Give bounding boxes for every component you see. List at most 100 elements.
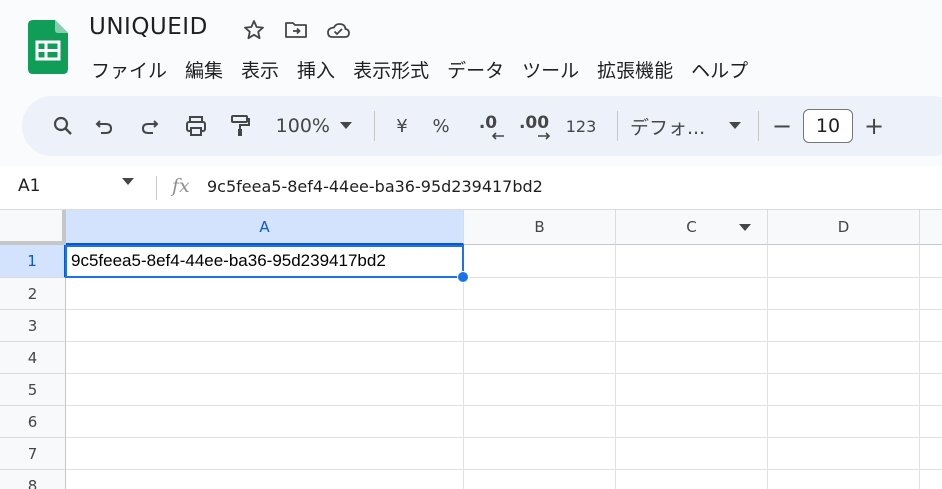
increase-decimal-label: .00: [518, 113, 550, 133]
cell-b5[interactable]: [464, 374, 616, 406]
cloud-saved-icon[interactable]: [324, 16, 352, 44]
menu-help[interactable]: ヘルプ: [682, 54, 757, 85]
menu-format[interactable]: 表示形式: [344, 54, 438, 85]
cell-a1[interactable]: 9c5feea5-8ef4-44ee-ba36-95d239417bd2: [66, 245, 464, 278]
cell-b7[interactable]: [464, 438, 616, 470]
cell-c6[interactable]: [616, 406, 768, 438]
menu-data[interactable]: データ: [438, 54, 513, 85]
cell-b8[interactable]: [464, 470, 616, 489]
cell-d4[interactable]: [768, 342, 920, 374]
paint-format-button[interactable]: [220, 108, 260, 144]
cell-e3[interactable]: [920, 310, 942, 342]
fill-handle[interactable]: [457, 271, 469, 283]
column-header-d[interactable]: D: [768, 210, 920, 245]
dropdown-arrow-icon: [729, 122, 741, 129]
dropdown-arrow-icon: [340, 122, 352, 129]
move-folder-icon[interactable]: [282, 16, 310, 44]
row-header-1[interactable]: 1: [0, 245, 66, 278]
name-box[interactable]: A1: [18, 176, 40, 196]
fx-icon: fx: [172, 175, 190, 197]
row-header-4[interactable]: 4: [0, 342, 66, 374]
cell-d2[interactable]: [768, 278, 920, 310]
more-formats-button[interactable]: 123: [557, 108, 605, 144]
font-family-select[interactable]: デフォ...: [630, 108, 724, 144]
row-header-2[interactable]: 2: [0, 278, 66, 310]
cell-a2[interactable]: [66, 278, 464, 310]
column-header-b[interactable]: B: [464, 210, 616, 245]
menu-edit[interactable]: 編集: [176, 54, 232, 85]
font-dropdown[interactable]: [724, 108, 746, 144]
cell-d8[interactable]: [768, 470, 920, 489]
cell-a6[interactable]: [66, 406, 464, 438]
undo-button[interactable]: [80, 108, 128, 144]
cell-e6[interactable]: [920, 406, 942, 438]
column-header-e[interactable]: [920, 210, 942, 245]
name-box-dropdown-icon[interactable]: [122, 178, 134, 186]
menu-bar: ファイル 編集 表示 挿入 表示形式 データ ツール 拡張機能 ヘルプ: [82, 54, 757, 85]
cell-c3[interactable]: [616, 310, 768, 342]
cell-c8[interactable]: [616, 470, 768, 489]
print-button[interactable]: [172, 108, 220, 144]
cell-e2[interactable]: [920, 278, 942, 310]
menu-file[interactable]: ファイル: [82, 54, 176, 85]
cell-e8[interactable]: [920, 470, 942, 489]
cell-d3[interactable]: [768, 310, 920, 342]
cell-d1[interactable]: [768, 245, 920, 278]
decrease-decimal-button[interactable]: .0: [465, 108, 511, 144]
cell-a4[interactable]: [66, 342, 464, 374]
percent-format-button[interactable]: %: [417, 108, 465, 144]
decrease-font-size-button[interactable]: −: [771, 108, 793, 144]
spreadsheet-grid: A B C D 1 2 3 4 5 6 7 8 9c5feea5-8ef4-44…: [0, 210, 942, 489]
currency-format-button[interactable]: ¥: [387, 108, 417, 144]
row-header-8[interactable]: 8: [0, 470, 66, 489]
cell-a8[interactable]: [66, 470, 464, 489]
zoom-value[interactable]: 100%: [260, 108, 330, 144]
cell-b1[interactable]: [464, 245, 616, 278]
column-menu-icon[interactable]: [739, 224, 751, 232]
sheets-logo-icon[interactable]: [28, 20, 68, 74]
row-header-5[interactable]: 5: [0, 374, 66, 406]
search-menus-button[interactable]: [46, 108, 80, 144]
select-all-corner[interactable]: [0, 210, 66, 245]
star-icon[interactable]: [240, 16, 268, 44]
cell-e4[interactable]: [920, 342, 942, 374]
cell-b4[interactable]: [464, 342, 616, 374]
cell-e1[interactable]: [920, 245, 942, 278]
menu-extensions[interactable]: 拡張機能: [588, 54, 682, 85]
cell-e5[interactable]: [920, 374, 942, 406]
arrow-left-icon: [491, 132, 504, 140]
cell-d6[interactable]: [768, 406, 920, 438]
cell-a3[interactable]: [66, 310, 464, 342]
zoom-dropdown[interactable]: [330, 108, 362, 144]
cell-b6[interactable]: [464, 406, 616, 438]
redo-button[interactable]: [128, 108, 172, 144]
increase-font-size-button[interactable]: +: [863, 108, 885, 144]
document-title[interactable]: UNIQUEID: [89, 14, 208, 40]
row-header-3[interactable]: 3: [0, 310, 66, 342]
column-header-c[interactable]: C: [616, 210, 768, 245]
cell-c5[interactable]: [616, 374, 768, 406]
cell-c4[interactable]: [616, 342, 768, 374]
font-size-input[interactable]: 10: [803, 109, 853, 143]
row-header-6[interactable]: 6: [0, 406, 66, 438]
row-header-7[interactable]: 7: [0, 438, 66, 470]
menu-tools[interactable]: ツール: [513, 54, 588, 85]
cell-d7[interactable]: [768, 438, 920, 470]
cell-c2[interactable]: [616, 278, 768, 310]
menu-view[interactable]: 表示: [232, 54, 288, 85]
formula-input[interactable]: 9c5feea5-8ef4-44ee-ba36-95d239417bd2: [207, 177, 543, 196]
column-header-a[interactable]: A: [66, 210, 464, 245]
cell-c7[interactable]: [616, 438, 768, 470]
cell-a7[interactable]: [66, 438, 464, 470]
arrow-right-icon: [538, 132, 551, 140]
menu-insert[interactable]: 挿入: [288, 54, 344, 85]
cell-b2[interactable]: [464, 278, 616, 310]
cell-a5[interactable]: [66, 374, 464, 406]
cell-d5[interactable]: [768, 374, 920, 406]
cell-b3[interactable]: [464, 310, 616, 342]
formula-bar: A1 fx 9c5feea5-8ef4-44ee-ba36-95d239417b…: [0, 166, 942, 210]
redo-icon: [141, 120, 159, 134]
cell-c1[interactable]: [616, 245, 768, 278]
cell-e7[interactable]: [920, 438, 942, 470]
increase-decimal-button[interactable]: .00: [511, 108, 557, 144]
